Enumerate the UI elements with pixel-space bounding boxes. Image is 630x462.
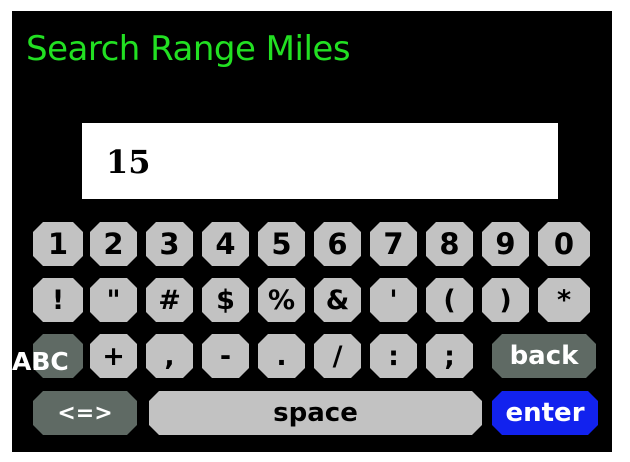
key-0[interactable]: 0 <box>538 222 590 266</box>
key-plus[interactable]: + <box>90 334 137 378</box>
key-exclamation[interactable]: ! <box>33 278 83 322</box>
keyboard-screen: Search Range Miles 15 1 2 3 4 5 6 7 8 9 … <box>12 11 612 452</box>
key-4[interactable]: 4 <box>202 222 249 266</box>
key-6[interactable]: 6 <box>314 222 361 266</box>
key-comma[interactable]: , <box>146 334 193 378</box>
key-hash[interactable]: # <box>146 278 193 322</box>
key-8[interactable]: 8 <box>426 222 473 266</box>
key-colon[interactable]: : <box>370 334 417 378</box>
enter-button[interactable]: enter <box>492 391 598 435</box>
space-button[interactable]: space <box>149 391 482 435</box>
key-slash[interactable]: / <box>314 334 361 378</box>
key-1[interactable]: 1 <box>33 222 83 266</box>
key-minus[interactable]: - <box>202 334 249 378</box>
abc-key-label: ABC <box>12 347 69 376</box>
page-title: Search Range Miles <box>26 29 351 69</box>
back-button[interactable]: back <box>492 334 596 378</box>
key-double-quote[interactable]: " <box>90 278 137 322</box>
key-semicolon[interactable]: ; <box>426 334 473 378</box>
key-2[interactable]: 2 <box>90 222 137 266</box>
key-open-paren[interactable]: ( <box>426 278 473 322</box>
key-5[interactable]: 5 <box>258 222 305 266</box>
toggle-keyboard-button[interactable]: <=> <box>33 391 137 435</box>
key-period[interactable]: . <box>258 334 305 378</box>
range-input-field[interactable]: 15 <box>82 123 558 199</box>
key-7[interactable]: 7 <box>370 222 417 266</box>
key-9[interactable]: 9 <box>482 222 529 266</box>
key-ampersand[interactable]: & <box>314 278 361 322</box>
key-dollar[interactable]: $ <box>202 278 249 322</box>
key-asterisk[interactable]: * <box>538 278 590 322</box>
range-input-value: 15 <box>106 143 151 181</box>
key-percent[interactable]: % <box>258 278 305 322</box>
key-close-paren[interactable]: ) <box>482 278 529 322</box>
key-3[interactable]: 3 <box>146 222 193 266</box>
key-apostrophe[interactable]: ' <box>370 278 417 322</box>
